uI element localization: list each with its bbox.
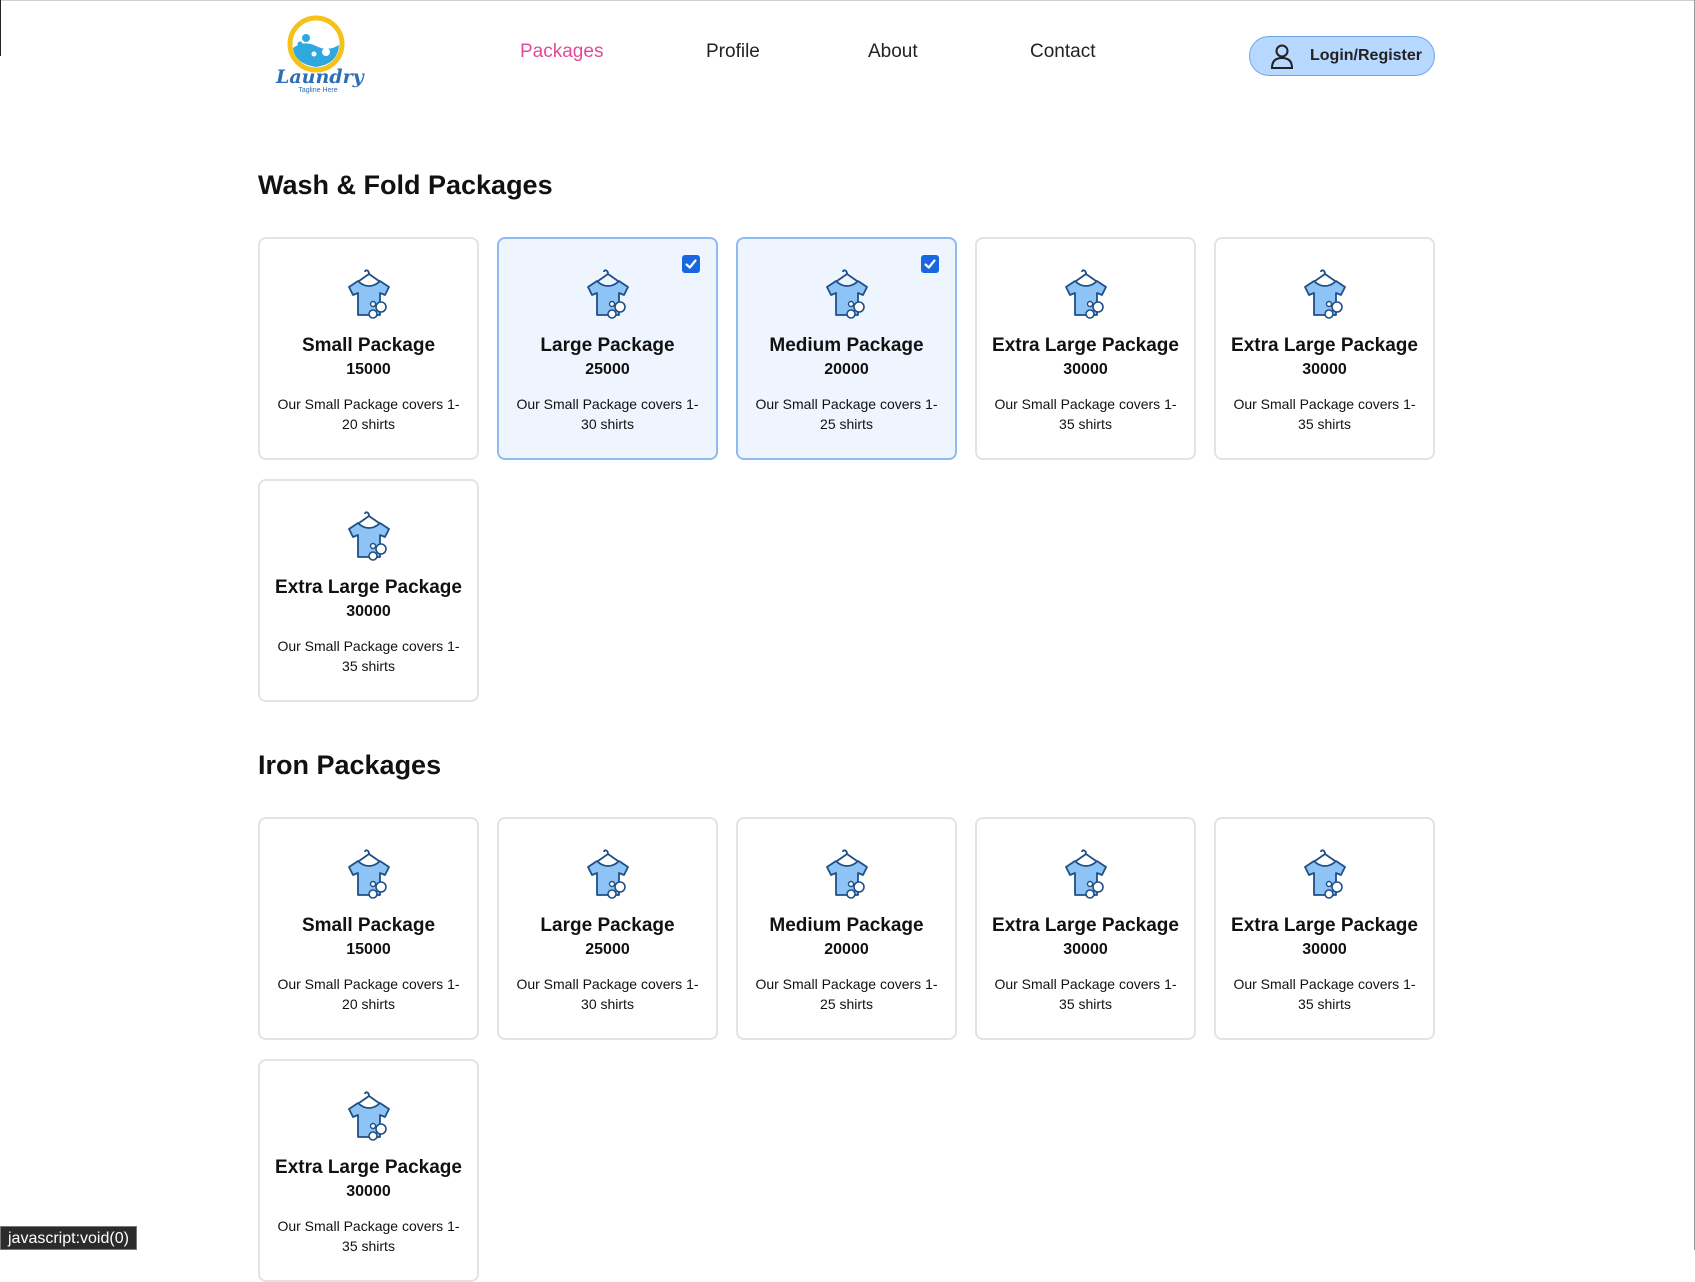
- package-card-iron[interactable]: Small Package 15000 Our Small Package cove…: [258, 817, 479, 1040]
- package-name: Extra Large Package: [275, 577, 462, 598]
- package-name: Large Package: [540, 335, 675, 356]
- site-header: Laundry Tagline Here Packages Profile Abou…: [0, 0, 1695, 112]
- login-register-label: Login/Register: [1310, 47, 1423, 64]
- nav-link-about[interactable]: About: [868, 41, 918, 63]
- package-name: Extra Large Package: [1231, 915, 1418, 936]
- shirt-icon: [345, 1089, 393, 1141]
- section-title-iron: Iron Packages: [258, 750, 442, 780]
- package-price: 20000: [824, 941, 869, 958]
- package-name: Extra Large Package: [992, 335, 1179, 356]
- checkmark-icon: [685, 259, 697, 269]
- package-card-iron[interactable]: Extra Large Package 30000 Our Small Packag…: [1214, 817, 1435, 1040]
- package-name: Extra Large Package: [275, 1157, 462, 1178]
- shirt-icon: [1301, 267, 1349, 319]
- package-name: Medium Package: [769, 915, 924, 936]
- package-card-iron[interactable]: Medium Package 20000 Our Small Package cov…: [736, 817, 957, 1040]
- package-description: Our Small Package covers 1-20 shirts: [277, 396, 460, 432]
- user-icon: [1270, 44, 1294, 69]
- package-description: Our Small Package covers 1-30 shirts: [516, 396, 699, 432]
- section-title-wash-fold: Wash & Fold Packages: [258, 170, 553, 200]
- package-name: Extra Large Package: [992, 915, 1179, 936]
- laundry-logo[interactable]: Laundry Tagline Here: [276, 14, 364, 98]
- package-description: Our Small Package covers 1-30 shirts: [516, 976, 699, 1012]
- package-description: Our Small Package covers 1-35 shirts: [1233, 396, 1416, 432]
- package-price: 20000: [824, 361, 869, 378]
- package-card-wash-fold[interactable]: Large Package 25000 Our Small Package cove…: [497, 237, 718, 460]
- package-price: 15000: [346, 361, 391, 378]
- shirt-icon: [345, 509, 393, 561]
- package-card-wash-fold[interactable]: Extra Large Package 30000 Our Small Packag…: [258, 479, 479, 702]
- package-name: Extra Large Package: [1231, 335, 1418, 356]
- shirt-icon: [823, 847, 871, 899]
- package-card-iron[interactable]: Extra Large Package 30000 Our Small Packag…: [975, 817, 1196, 1040]
- shirt-icon: [1301, 847, 1349, 899]
- package-description: Our Small Package covers 1-35 shirts: [994, 976, 1177, 1012]
- shirt-icon: [584, 267, 632, 319]
- logo-wordmark: Laundry: [276, 66, 364, 88]
- nav-link-profile[interactable]: Profile: [706, 41, 760, 63]
- package-description: Our Small Package covers 1-35 shirts: [277, 1218, 460, 1254]
- package-price: 30000: [346, 1183, 391, 1200]
- package-description: Our Small Package covers 1-35 shirts: [277, 638, 460, 674]
- login-register-button[interactable]: Login/Register: [1249, 36, 1435, 76]
- package-description: Our Small Package covers 1-35 shirts: [994, 396, 1177, 432]
- package-description: Our Small Package covers 1-35 shirts: [1233, 976, 1416, 1012]
- package-price: 30000: [1302, 941, 1347, 958]
- package-card-iron[interactable]: Extra Large Package 30000 Our Small Packag…: [258, 1059, 479, 1282]
- status-bar-url: javascript:void(0): [0, 1226, 137, 1250]
- package-name: Medium Package: [769, 335, 924, 356]
- package-card-wash-fold[interactable]: Small Package 15000 Our Small Package cove…: [258, 237, 479, 460]
- selected-checkbox[interactable]: [682, 255, 700, 273]
- shirt-icon: [345, 847, 393, 899]
- package-price: 30000: [1063, 941, 1108, 958]
- package-description: Our Small Package covers 1-20 shirts: [277, 976, 460, 1012]
- package-description: Our Small Package covers 1-25 shirts: [755, 976, 938, 1012]
- package-name: Small Package: [301, 915, 436, 936]
- package-card-wash-fold[interactable]: Extra Large Package 30000 Our Small Packag…: [1214, 237, 1435, 460]
- shirt-icon: [1062, 267, 1110, 319]
- shirt-icon: [345, 267, 393, 319]
- checkmark-icon: [924, 259, 936, 269]
- selected-checkbox[interactable]: [921, 255, 939, 273]
- shirt-icon: [1062, 847, 1110, 899]
- package-card-wash-fold[interactable]: Medium Package 20000 Our Small Package cov…: [736, 237, 957, 460]
- package-name: Small Package: [301, 335, 436, 356]
- logo-tagline: Tagline Here: [298, 87, 338, 94]
- package-name: Large Package: [540, 915, 675, 936]
- shirt-icon: [584, 847, 632, 899]
- package-description: Our Small Package covers 1-25 shirts: [755, 396, 938, 432]
- nav-link-contact[interactable]: Contact: [1030, 41, 1095, 63]
- package-card-wash-fold[interactable]: Extra Large Package 30000 Our Small Packag…: [975, 237, 1196, 460]
- shirt-icon: [823, 267, 871, 319]
- package-price: 25000: [585, 941, 630, 958]
- package-price: 30000: [1302, 361, 1347, 378]
- package-price: 30000: [346, 603, 391, 620]
- package-price: 15000: [346, 941, 391, 958]
- package-price: 25000: [585, 361, 630, 378]
- laundry-logo-icon: [287, 15, 345, 73]
- package-card-iron[interactable]: Large Package 25000 Our Small Package cove…: [497, 817, 718, 1040]
- nav-link-packages[interactable]: Packages: [520, 41, 603, 63]
- package-price: 30000: [1063, 361, 1108, 378]
